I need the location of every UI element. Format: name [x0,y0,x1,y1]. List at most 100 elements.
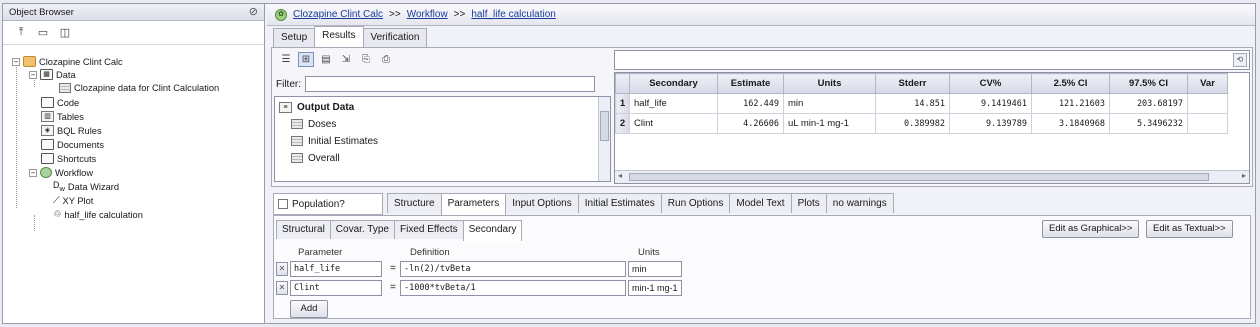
equals-sign: = [390,263,396,274]
table-cell[interactable]: 9.139789 [949,113,1032,134]
parameter-units-field[interactable]: min [628,261,682,277]
tree-view-icon[interactable]: ⊞ [298,52,314,67]
tab-warnings[interactable]: no warnings [825,193,894,213]
table-cell[interactable] [1187,93,1228,114]
parameter-column-header: Parameter [298,247,343,258]
parameter-definition-field[interactable]: -1000*tvBeta/1 [400,280,626,296]
print-icon[interactable]: ⎙ [378,52,394,67]
table-cell[interactable]: 0.389982 [875,113,950,134]
output-item-overall[interactable]: Overall [291,151,340,165]
table-cell[interactable]: uL min-1 mg-1 [783,113,876,134]
chart-icon[interactable]: ▤ [318,52,334,67]
table-cell[interactable] [1187,113,1228,134]
object-browser-toolbar: ⤒ ▭ ◫ [3,21,264,45]
tree-item-project[interactable]: − Clozapine Clint Calc [12,55,123,68]
tab-model-text[interactable]: Model Text [729,193,792,213]
tab-setup[interactable]: Setup [273,28,316,47]
table-cell[interactable]: 203.68197 [1109,93,1188,114]
plot-icon: ⟋ [53,195,60,205]
collapse-toggle-icon[interactable]: − [12,57,20,66]
tab-initial-estimates[interactable]: Initial Estimates [577,193,662,213]
tree-item-workflow[interactable]: − Workflow [29,166,93,179]
import-icon[interactable]: ⤒ [13,25,29,40]
properties-icon[interactable]: ◫ [57,25,73,40]
output-item-doses[interactable]: Doses [291,117,336,131]
table-cell[interactable]: 121.21603 [1031,93,1110,114]
tab-verification[interactable]: Verification [362,28,428,47]
tree-item-shortcuts[interactable]: Shortcuts [41,152,96,165]
pin-icon[interactable]: ⊘ [249,5,258,18]
table-row[interactable]: 2 Clint 4.26606 uL min-1 mg-1 0.389982 9… [615,113,1228,134]
population-toggle[interactable]: Population? [273,193,383,215]
table-cell[interactable]: 5.3496232 [1109,113,1188,134]
table-cell[interactable]: 14.851 [875,93,950,114]
column-header[interactable]: Units [783,73,876,94]
parameter-name-field[interactable]: Clint [290,280,382,296]
breadcrumb-project-link[interactable]: Clozapine Clint Calc [293,9,383,20]
tree-item-data-wizard[interactable]: Dw Data Wizard [53,180,119,193]
population-checkbox[interactable] [278,199,288,209]
column-header[interactable]: 97.5% CI [1109,73,1188,94]
output-list-scrollbar[interactable] [598,97,610,181]
tree-item-bql[interactable]: ◈ BQL Rules [41,124,102,137]
list-view-icon[interactable]: ☰ [278,52,294,67]
subtab-fixed-effects[interactable]: Fixed Effects [393,220,464,239]
parameter-definition-field[interactable]: -ln(2)/tvBeta [400,261,626,277]
bql-icon: ◈ [41,125,54,136]
delete-row-icon[interactable]: ✕ [276,281,288,295]
tab-structure[interactable]: Structure [387,193,442,213]
breadcrumb: ✿ Clozapine Clint Calc >> Workflow >> ha… [267,4,1255,26]
subtab-structural[interactable]: Structural [276,220,331,239]
tab-parameters[interactable]: Parameters [440,193,507,215]
parameter-units-field[interactable]: min-1 mg-1 [628,280,682,296]
table-cell[interactable]: 3.1840968 [1031,113,1110,134]
table-row[interactable]: 1 half_life 162.449 min 14.851 9.1419461… [615,93,1228,114]
filter-input[interactable] [305,76,595,92]
collapse-toggle-icon[interactable]: − [29,70,37,79]
collapse-icon[interactable]: ≡ [279,101,292,113]
table-cell[interactable]: 9.1419461 [949,93,1032,114]
column-header[interactable]: CV% [949,73,1032,94]
model-editor: Population? Structure Parameters Input O… [271,191,1253,321]
tree-item-dataset[interactable]: Clozapine data for Clint Calculation [59,81,219,94]
refresh-icon[interactable]: ⟲ [1233,53,1247,67]
table-cell[interactable]: 162.449 [717,93,784,114]
breadcrumb-current-link[interactable]: half_life calculation [471,9,556,20]
breadcrumb-workflow-link[interactable]: Workflow [407,9,448,20]
tree-item-tables[interactable]: ▥ Tables [41,110,84,123]
tree-item-data[interactable]: − ▦ Data [29,68,76,81]
tab-run-options[interactable]: Run Options [660,193,731,213]
table-cell[interactable]: min [783,93,876,114]
tab-results[interactable]: Results [314,26,364,47]
edit-textual-button[interactable]: Edit as Textual>> [1146,220,1233,238]
column-header[interactable]: 2.5% CI [1031,73,1110,94]
table-cell[interactable]: 4.26606 [717,113,784,134]
workflow-icon: ✿ [275,8,287,21]
column-header[interactable]: Var [1187,73,1228,94]
parameter-name-field[interactable]: half_life [290,261,382,277]
tree-item-code[interactable]: Code [41,96,79,109]
computer-icon[interactable]: ▭ [35,25,51,40]
subtab-covar-type[interactable]: Covar. Type [329,220,395,239]
table-cell[interactable]: Clint [629,113,718,134]
tree-item-xy-plot[interactable]: ⟋ XY Plot [53,194,93,207]
subtab-secondary[interactable]: Secondary [462,220,523,241]
export-icon[interactable]: ⇲ [338,52,354,67]
column-header[interactable]: Secondary [629,73,718,94]
column-header[interactable]: Estimate [717,73,784,94]
delete-row-icon[interactable]: ✕ [276,262,288,276]
tree-item-documents[interactable]: Documents [41,138,104,151]
column-header[interactable]: Stderr [875,73,950,94]
tree-item-half-life[interactable]: ♲ half_life calculation [53,208,143,221]
copy-icon[interactable]: ⎘ [358,52,374,67]
table-cell[interactable]: half_life [629,93,718,114]
output-data-header[interactable]: ≡ Output Data [279,100,354,114]
tab-input-options[interactable]: Input Options [505,193,579,213]
add-parameter-button[interactable]: Add [290,300,328,318]
output-item-initial-estimates[interactable]: Initial Estimates [291,134,378,148]
results-horizontal-scrollbar[interactable]: ◂ ▸ [615,170,1249,183]
tab-plots[interactable]: Plots [790,193,827,213]
edit-graphical-button[interactable]: Edit as Graphical>> [1042,220,1140,238]
collapse-toggle-icon[interactable]: − [29,168,37,177]
results-grid: Secondary Estimate Units Stderr CV% 2.5%… [614,72,1250,184]
